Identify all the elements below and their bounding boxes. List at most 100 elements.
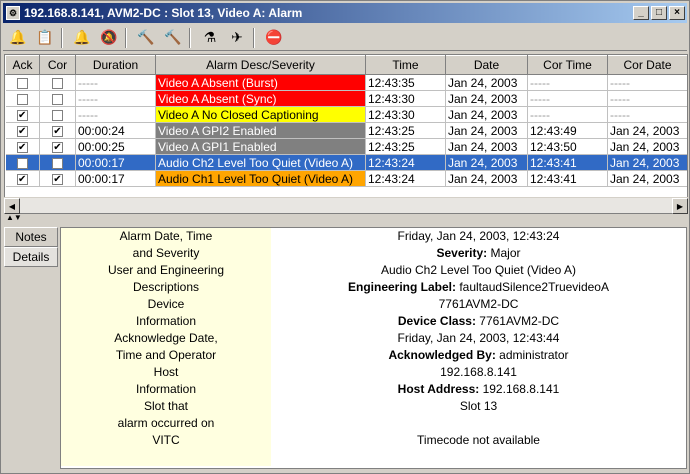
cor-time-cell: 12:43:49 <box>527 122 608 139</box>
time-cell: 12:43:30 <box>365 106 446 123</box>
detail-value-line: Severity: Major <box>271 245 686 262</box>
table-row[interactable]: ✔ ✔ 00:00:25 Video A GPI1 Enabled 12:43:25 Ja… <box>5 138 687 155</box>
detail-label: Slot that alarm occurred on <box>61 398 271 432</box>
ack-cell: ✔ <box>5 138 40 155</box>
filter-icon[interactable]: ⚗ <box>198 27 222 49</box>
detail-key-value: 192.168.8.141 <box>479 382 560 396</box>
ack-checkbox[interactable]: ✔ <box>16 173 28 185</box>
detail-key: Engineering Label: <box>347 280 456 294</box>
maximize-button[interactable]: □ <box>651 6 667 20</box>
cor-date-cell: Jan 24, 2003 <box>607 154 687 171</box>
table-row[interactable]: ✔ ✔ 00:00:17 Audio Ch2 Level Too Quiet (Vid… <box>5 154 687 171</box>
detail-label: Device Information <box>61 296 271 330</box>
detail-value: Timecode not available <box>271 432 686 466</box>
clear-icon[interactable]: ✈ <box>225 27 249 49</box>
detail-value: Friday, Jan 24, 2003, 12:43:44 Acknowledg… <box>271 330 686 364</box>
table-row[interactable]: ✔ ----- Video A No Closed Captioning 12:43:… <box>5 106 687 123</box>
title-bar[interactable]: ⚙ 192.168.8.141, AVM2-DC : Slot 13, Vide… <box>3 3 687 23</box>
detail-value-line: Slot 13 <box>459 399 498 413</box>
bell-ack-icon[interactable]: 🔔 <box>70 27 94 49</box>
detail-row: Host Information 192.168.8.141 Host Address… <box>61 364 686 398</box>
cor-cell: ✔ <box>39 138 76 155</box>
cor-checkbox[interactable]: ✔ <box>52 141 63 153</box>
ack-checkbox[interactable] <box>16 93 28 105</box>
column-header-date[interactable]: Date <box>445 55 528 75</box>
column-header-cor[interactable]: Cor <box>39 55 76 75</box>
detail-tabs: Notes Details <box>4 227 60 469</box>
cor-time-cell: ----- <box>527 106 608 123</box>
hammer-all-icon[interactable]: 🔨 <box>161 27 185 49</box>
ack-cell: ✔ <box>5 122 40 139</box>
toolbar: 🔔 📋 🔔 🔕 🔨 🔨 ⚗ ✈ ⛔ <box>3 25 687 51</box>
date-cell: Jan 24, 2003 <box>445 106 528 123</box>
cor-checkbox[interactable]: ✔ <box>52 173 63 185</box>
ack-cell <box>5 90 40 107</box>
table-row[interactable]: ----- Video A Absent (Sync) 12:43:30 Jan 24… <box>5 90 687 107</box>
column-header-ack[interactable]: Ack <box>5 55 40 75</box>
cor-cell: ✔ <box>39 122 76 139</box>
toolbar-separator <box>253 27 255 48</box>
horizontal-scrollbar[interactable]: ◀ ▶ <box>4 197 688 214</box>
tab-details[interactable]: Details <box>4 247 58 267</box>
window-title: 192.168.8.141, AVM2-DC : Slot 13, Video … <box>24 6 303 20</box>
detail-key-value: faultaudSilence2TruevideoA <box>456 280 609 294</box>
column-header-time[interactable]: Time <box>365 55 446 75</box>
date-cell: Jan 24, 2003 <box>445 90 528 107</box>
cor-checkbox[interactable] <box>52 93 63 105</box>
column-header-duration[interactable]: Duration <box>75 55 156 75</box>
cor-cell <box>39 74 76 91</box>
scroll-left-icon[interactable]: ◀ <box>4 198 20 214</box>
detail-label-line: Alarm Date, Time <box>119 229 213 243</box>
bell-unack-icon[interactable]: 🔕 <box>97 27 121 49</box>
detail-label-line: Device <box>147 297 185 311</box>
column-header-cor-time[interactable]: Cor Time <box>527 55 608 75</box>
table-row[interactable]: ✔ ✔ 00:00:24 Video A GPI2 Enabled 12:43:25 Ja… <box>5 122 687 139</box>
column-header-cor-date[interactable]: Cor Date <box>607 55 687 75</box>
ack-checkbox[interactable]: ✔ <box>16 125 28 137</box>
detail-label-line: Information <box>135 314 197 328</box>
ack-checkbox[interactable] <box>16 77 28 89</box>
duration-cell: 00:00:17 <box>75 154 156 171</box>
cor-time-cell: 12:43:41 <box>527 170 608 187</box>
cor-checkbox[interactable] <box>52 109 63 121</box>
minimize-button[interactable]: _ <box>633 6 649 20</box>
date-cell: Jan 24, 2003 <box>445 154 528 171</box>
acknowledge-all-icon[interactable]: 📋 <box>33 27 57 49</box>
cor-date-cell: Jan 24, 2003 <box>607 170 687 187</box>
ack-checkbox[interactable]: ✔ <box>16 109 28 121</box>
date-cell: Jan 24, 2003 <box>445 170 528 187</box>
ack-cell: ✔ <box>5 106 40 123</box>
table-row[interactable]: ----- Video A Absent (Burst) 12:43:35 Jan 2… <box>5 74 687 91</box>
detail-value-line: 192.168.8.141 <box>440 365 517 379</box>
splitter-arrows-icon[interactable]: ▲▼ <box>6 214 22 222</box>
close-button[interactable]: × <box>669 6 685 20</box>
column-header-desc[interactable]: Alarm Desc/Severity <box>155 55 366 75</box>
alarm-desc-cell: Video A Absent (Burst) <box>155 74 366 91</box>
table-row[interactable]: ✔ ✔ 00:00:17 Audio Ch1 Level Too Quiet (Vid… <box>5 170 687 187</box>
ack-checkbox[interactable]: ✔ <box>16 141 28 153</box>
scroll-right-icon[interactable]: ▶ <box>672 198 688 214</box>
detail-key: Severity: <box>436 246 488 260</box>
detail-key-value: administrator <box>495 348 569 362</box>
duration-cell: 00:00:24 <box>75 122 156 139</box>
cor-checkbox[interactable] <box>52 77 63 89</box>
tab-notes[interactable]: Notes <box>4 227 58 247</box>
ack-cell: ✔ <box>5 170 40 187</box>
ack-checkbox[interactable]: ✔ <box>16 157 28 169</box>
hammer-icon[interactable]: 🔨 <box>134 27 158 49</box>
stop-icon[interactable]: ⛔ <box>262 27 286 49</box>
detail-key: Acknowledged By: <box>388 348 496 362</box>
detail-label-line: Slot that <box>143 399 189 413</box>
acknowledge-icon[interactable]: 🔔 <box>6 27 30 49</box>
detail-value-line: 7761AVM2-DC <box>438 297 519 311</box>
date-cell: Jan 24, 2003 <box>445 74 528 91</box>
table-header: Ack Cor Duration Alarm Desc/Severity Tim… <box>5 55 687 75</box>
detail-value-line: Device Class: 7761AVM2-DC <box>271 313 686 330</box>
cor-checkbox[interactable]: ✔ <box>52 157 63 169</box>
detail-value: 7761AVM2-DC Device Class: 7761AVM2-DC <box>271 296 686 330</box>
detail-row: User and Engineering Descriptions Audio Ch… <box>61 262 686 296</box>
cor-checkbox[interactable]: ✔ <box>52 125 63 137</box>
ack-cell <box>5 74 40 91</box>
cor-cell: ✔ <box>39 170 76 187</box>
duration-cell: 00:00:25 <box>75 138 156 155</box>
